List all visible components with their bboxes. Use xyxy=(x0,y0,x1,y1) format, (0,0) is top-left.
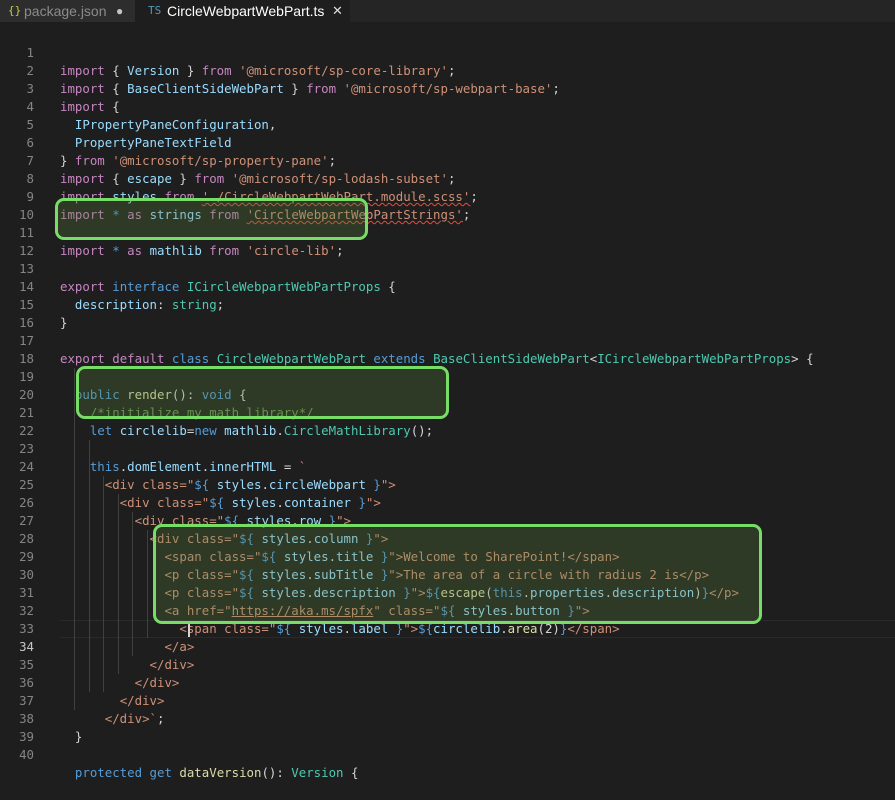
code-line: 3 import { xyxy=(0,62,895,114)
code-editor[interactable]: 1 import { Version } from '@microsoft/sp… xyxy=(0,26,895,780)
code-line: 5 PropertyPaneTextField xyxy=(0,98,895,150)
tab-label: package.json xyxy=(24,3,107,19)
code-line: 24 <div class="${ styles.circleWebpart }… xyxy=(0,440,895,492)
code-line: 7 import { escape } from '@microsoft/sp-… xyxy=(0,134,895,186)
code-line: 15 } xyxy=(0,278,895,330)
code-line: 38 } xyxy=(0,692,895,744)
code-line: 36 </div> xyxy=(0,656,895,708)
tab-circle-webpart-ts[interactable]: TS CircleWebpartWebPart.ts ✕ xyxy=(135,0,350,22)
code-line: 26 <div class="${ styles.row }"> xyxy=(0,476,895,528)
editor-tab-bar: {} package.json ● TS CircleWebpartWebPar… xyxy=(0,0,895,22)
unsaved-dot-icon[interactable]: ● xyxy=(116,0,123,22)
code-line: 39 xyxy=(0,710,895,744)
code-text: protected get dataVersion(): Version { xyxy=(74,765,359,780)
code-line: 37 </div>`; xyxy=(0,674,895,726)
code-line: 16 xyxy=(0,296,895,330)
code-line: 27 <div class="${ styles.column }"> xyxy=(0,494,895,546)
json-file-icon: {} xyxy=(8,4,22,17)
code-line: 6 } from '@microsoft/sp-property-pane'; xyxy=(0,116,895,168)
code-line: 1 import { Version } from '@microsoft/sp… xyxy=(0,26,895,78)
code-line: 25 <div class="${ styles.container }"> xyxy=(0,458,895,510)
code-line: 23 this.domElement.innerHTML = ` xyxy=(0,422,895,474)
text-cursor xyxy=(188,622,190,637)
tab-package-json[interactable]: {} package.json ● xyxy=(0,0,135,22)
code-line: 14 description: string; xyxy=(0,260,895,312)
code-line: 17 export default class CircleWebpartWeb… xyxy=(0,314,895,366)
code-line: 18 xyxy=(0,332,895,366)
tab-label: CircleWebpartWebPart.ts xyxy=(167,3,325,19)
code-line: 35 </div> xyxy=(0,638,895,690)
code-line: 4 IPropertyPaneConfiguration, xyxy=(0,80,895,132)
highlight-area-output xyxy=(153,524,762,624)
code-line: 9 import * as strings from 'CircleWebpar… xyxy=(0,170,895,222)
code-line: 2 import { BaseClientSideWebPart } from … xyxy=(0,44,895,96)
highlight-mathlib-import xyxy=(55,198,368,240)
code-line: 8 import styles from './CircleWebpartWeb… xyxy=(0,152,895,204)
close-tab-icon[interactable]: ✕ xyxy=(332,0,343,22)
code-line: 40 protected get dataVersion(): Version … xyxy=(0,728,895,780)
highlight-circlelib-init xyxy=(76,366,449,419)
typescript-file-icon: TS xyxy=(148,4,162,17)
code-line: 13 export interface ICircleWebpartWebPar… xyxy=(0,242,895,294)
line-number: 40 xyxy=(19,747,34,762)
